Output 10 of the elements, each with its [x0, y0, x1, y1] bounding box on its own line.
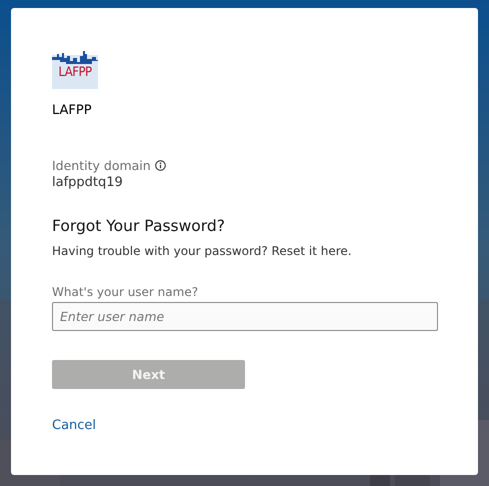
- user-name-field[interactable]: Enter user name: [52, 302, 438, 331]
- cancel-link[interactable]: Cancel: [52, 418, 96, 433]
- info-icon[interactable]: [154, 160, 166, 171]
- page-heading: Forgot Your Password?: [52, 217, 225, 235]
- description-text: Having trouble with your password? Reset it here.: [52, 244, 352, 258]
- logo: LAFPP: [52, 50, 98, 89]
- identity-domain-label: Identity domain: [52, 158, 151, 173]
- field-label: What's your user name?: [52, 285, 198, 299]
- identity-domain-value: lafppdtq19: [52, 175, 123, 190]
- organization-name: LAFPP: [52, 103, 92, 118]
